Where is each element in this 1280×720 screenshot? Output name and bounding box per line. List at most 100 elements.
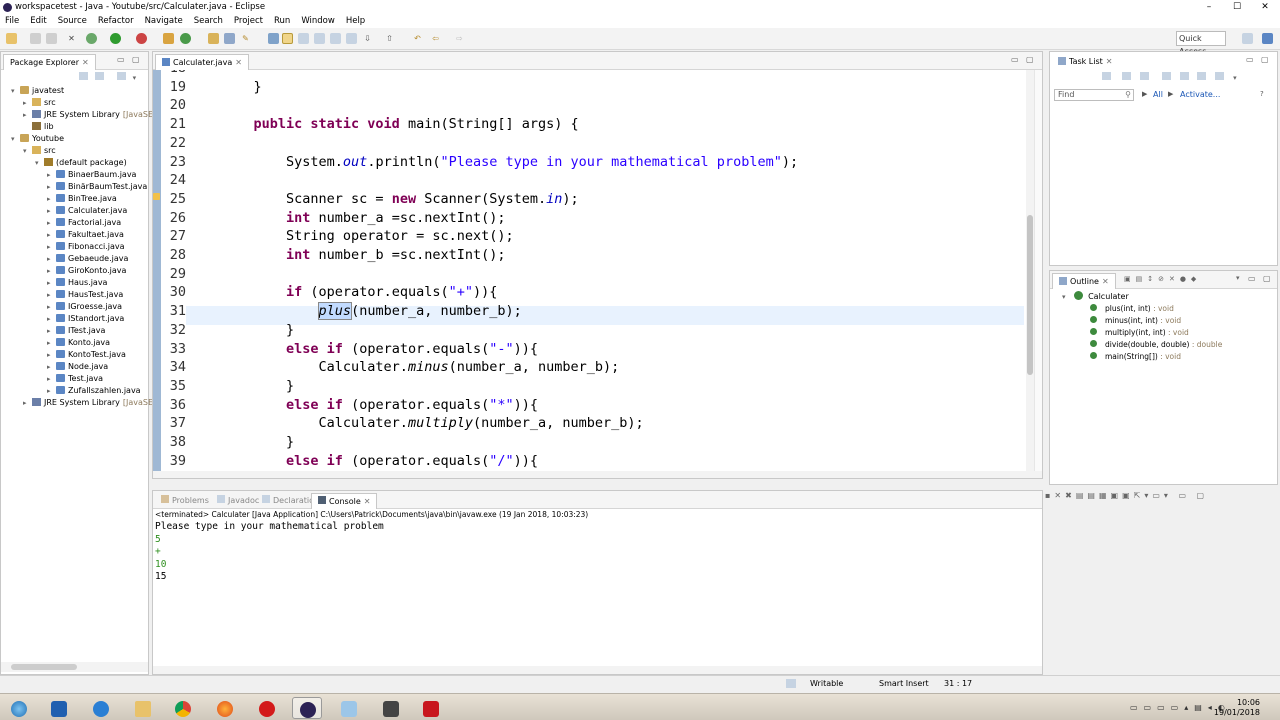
tree-item[interactable]: lib [23,121,54,133]
chevron-right-icon[interactable]: ▸ [47,337,56,349]
close-icon[interactable]: ✕ [235,58,242,67]
chevron-right-icon[interactable]: ▸ [47,289,56,301]
code-line[interactable]: if (operator.equals("+")){ [221,284,497,300]
play-icon[interactable]: ▶ [1142,90,1147,98]
tree-item[interactable]: ▸ BinaerBaum.java [47,169,136,181]
minimize-view-icon[interactable]: ▭ [1246,55,1254,64]
close-icon[interactable]: ✕ [364,497,371,506]
warning-icon[interactable] [153,193,160,200]
chevron-right-icon[interactable]: ▸ [47,385,56,397]
chevron-right-icon[interactable]: ▸ [23,109,32,121]
menu-refactor[interactable]: Refactor [93,16,140,26]
chevron-right-icon[interactable]: ▸ [47,265,56,277]
taskbar-chrome[interactable] [168,697,198,719]
new-java-project-icon[interactable] [163,33,174,44]
minimize-button[interactable]: – [1195,0,1223,14]
prev-annotation-icon[interactable]: ⇧ [384,33,395,44]
menu-source[interactable]: Source [53,16,93,26]
help-icon[interactable]: ? [1260,90,1264,98]
tree-item[interactable]: ▾ (default package) [35,157,127,169]
tree-item[interactable]: ▸ Calculater.java [47,205,127,217]
link-editor-icon[interactable] [94,72,104,80]
save-all-icon[interactable] [46,33,57,44]
code-line[interactable]: Scanner sc = new Scanner(System.in); [221,191,579,207]
tree-item[interactable]: ▸ KontoTest.java [47,349,126,361]
tree-item[interactable]: ▾ Youtube [11,133,64,145]
code-line[interactable]: } [221,322,294,338]
maximize-view-icon[interactable]: ▢ [1263,274,1271,283]
search-icon[interactable]: ✎ [240,33,251,44]
tree-item[interactable]: ▸ HausTest.java [47,289,123,301]
tree-item[interactable]: ▾ javatest [11,85,64,97]
tree-item[interactable]: ▸ GiroKonto.java [47,265,126,277]
format-icon[interactable] [330,33,341,44]
code-area[interactable]: 18 19 } 20 21 public static void main(Strin… [153,70,1042,472]
console-horizontal-scrollbar[interactable] [153,666,1042,674]
outline-method[interactable]: plus(int, int) : void [1090,303,1174,315]
chevron-right-icon[interactable]: ▸ [23,397,32,409]
taskbar-internet-explorer[interactable] [86,697,116,719]
code-line[interactable]: } [221,434,294,450]
tree-item[interactable]: ▸ Node.java [47,361,108,373]
scheduled-icon[interactable] [1139,72,1149,80]
task-find-input[interactable]: Find ⚲ [1054,89,1134,101]
back-icon[interactable]: ⇦ [430,33,441,44]
outline-method[interactable]: divide(double, double) : double [1090,339,1222,351]
menu-edit[interactable]: Edit [25,16,52,26]
editor-vertical-scrollbar[interactable] [1026,70,1034,472]
code-line[interactable]: Calculater.multiply(number_a, number_b); [221,415,644,431]
editor-horizontal-scrollbar[interactable] [153,471,1042,478]
run-icon[interactable] [110,33,121,44]
skip-breakpoints-icon[interactable]: ✕ [66,33,77,44]
taskbar-firefox[interactable] [210,697,240,719]
tree-item[interactable]: ▸ BinTree.java [47,193,117,205]
tree-item[interactable]: ▸ Fibonacci.java [47,241,125,253]
tree-item[interactable]: ▸ Zufallszahlen.java [47,385,141,397]
chevron-right-icon[interactable]: ▸ [47,229,56,241]
open-perspective-icon[interactable] [1242,33,1253,44]
external-tools-icon[interactable] [136,33,147,44]
tab-outline[interactable]: Outline ✕ [1052,273,1116,289]
code-line[interactable]: } [221,79,262,95]
code-line[interactable]: public static void main(String[] args) { [221,116,579,132]
view-menu-icon[interactable]: ▾ [1236,274,1240,282]
code-line[interactable]: plus(number_a, number_b); [221,302,522,321]
view-menu-icon[interactable]: ▾ [133,74,137,82]
new-class-icon[interactable] [180,33,191,44]
taskbar-recorder[interactable] [376,697,406,719]
tree-item[interactable]: ▸ src [23,97,56,109]
minimize-view-icon[interactable]: ▭ [117,55,125,64]
taskbar-app[interactable] [334,697,364,719]
maximize-view-icon[interactable]: ▢ [132,55,140,64]
outline-class[interactable]: ▾ Calculater [1062,291,1129,303]
tree-item[interactable]: ▸ Factorial.java [47,217,121,229]
chevron-right-icon[interactable]: ▸ [23,97,32,109]
toggle-mark-icon[interactable] [268,33,279,44]
menu-navigate[interactable]: Navigate [140,16,189,26]
taskbar-acrobat[interactable] [416,697,446,719]
tree-item[interactable]: ▸ Fakultaet.java [47,229,124,241]
menu-project[interactable]: Project [229,16,269,26]
minimize-view-icon[interactable]: ▭ [1248,274,1256,283]
overview-ruler[interactable] [1034,70,1042,472]
comment-icon[interactable] [346,33,357,44]
taskbar-opera[interactable] [252,697,282,719]
chevron-down-icon[interactable]: ▾ [11,85,20,97]
tab-calculater-java[interactable]: Calculater.java ✕ [155,54,249,70]
start-button[interactable] [4,697,34,719]
new-icon[interactable] [6,33,17,44]
horizontal-scrollbar[interactable] [1,662,148,672]
hide-completed-icon[interactable] [1161,72,1171,80]
taskbar-file-explorer[interactable] [128,697,158,719]
tree-item[interactable]: ▸ IStandort.java [47,313,124,325]
activate-link[interactable]: Activate... [1180,90,1220,99]
outline-method[interactable]: minus(int, int) : void [1090,315,1181,327]
tree-item[interactable]: ▸ ITest.java [47,325,105,337]
chevron-right-icon[interactable]: ▸ [47,241,56,253]
open-type-icon[interactable] [208,33,219,44]
chevron-right-icon[interactable]: ▸ [47,217,56,229]
code-line[interactable]: String operator = sc.next(); [221,228,514,244]
tree-item[interactable]: ▸ Test.java [47,373,103,385]
chevron-right-icon[interactable]: ▸ [47,325,56,337]
view-menu-icon[interactable]: ▾ [1233,74,1237,82]
